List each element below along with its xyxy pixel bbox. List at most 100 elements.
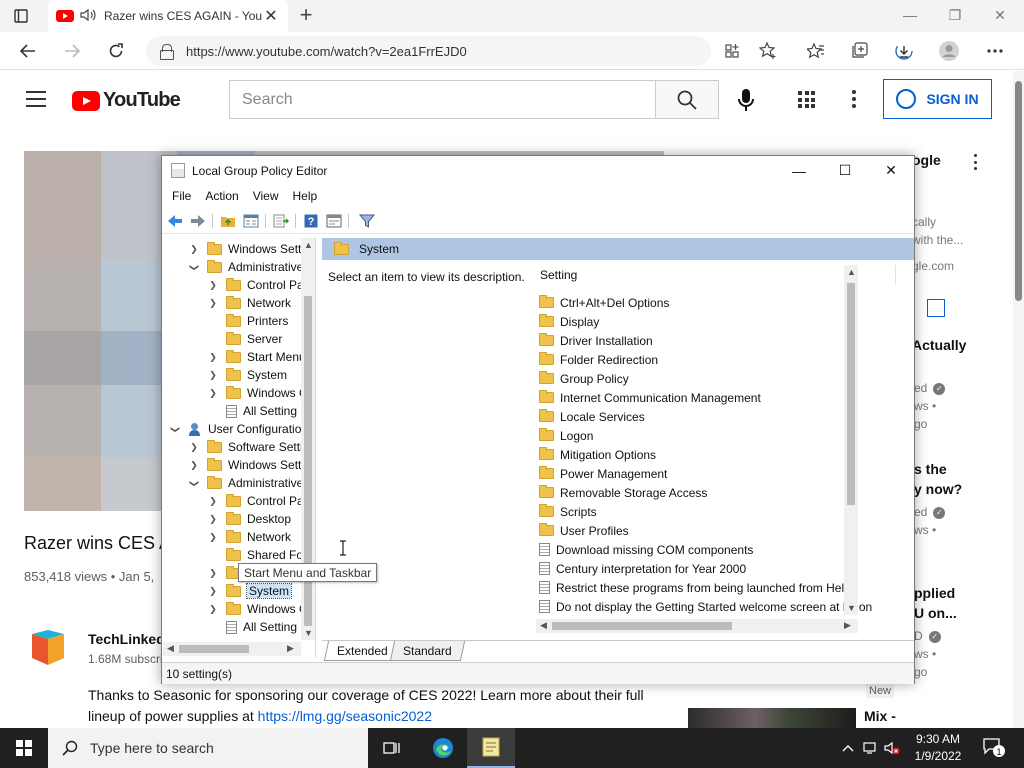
tree-item[interactable]: ❯ Network — [207, 294, 291, 312]
sign-in-button[interactable]: SIGN IN — [883, 79, 992, 119]
app-available-icon[interactable] — [721, 40, 743, 62]
collapsed-chevron-icon[interactable]: ❯ — [207, 496, 219, 507]
collapsed-chevron-icon[interactable]: ❯ — [188, 442, 200, 453]
tree-item[interactable]: ❯ Windows C — [207, 600, 308, 618]
tree-item[interactable]: ❯ Windows C — [207, 384, 308, 402]
gpe-maximize-icon[interactable]: ☐ — [822, 156, 868, 185]
network-icon[interactable] — [860, 728, 882, 768]
tab-actions-icon[interactable] — [12, 7, 30, 25]
collapsed-chevron-icon[interactable]: ❯ — [207, 370, 219, 381]
settings-horizontal-scrollbar[interactable]: ◀ ▶ — [536, 619, 858, 633]
search-input[interactable]: Search — [229, 80, 656, 119]
gpe-close-icon[interactable]: ✕ — [868, 156, 914, 185]
setting-row[interactable]: Locale Services — [536, 407, 645, 426]
tree-horizontal-scrollbar[interactable]: ◀ ▶ — [163, 642, 301, 656]
favorites-icon[interactable] — [805, 40, 827, 62]
new-tab-icon[interactable]: + — [294, 4, 318, 28]
setting-row[interactable]: Mitigation Options — [536, 445, 656, 464]
setting-row[interactable]: Scripts — [536, 502, 597, 521]
properties-icon[interactable] — [325, 212, 343, 230]
sidebar-fragment[interactable]: s the — [914, 461, 947, 477]
tab-extended[interactable]: Extended — [323, 641, 401, 661]
menu-action[interactable]: Action — [205, 189, 238, 203]
collapsed-chevron-icon[interactable]: ❯ — [188, 460, 200, 471]
channel-avatar[interactable] — [30, 628, 66, 668]
expanded-chevron-icon[interactable]: ❯ — [189, 261, 200, 273]
external-link-icon[interactable] — [927, 299, 945, 317]
collapsed-chevron-icon[interactable]: ❯ — [188, 244, 200, 255]
setting-row[interactable]: Do not display the Getting Started welco… — [536, 597, 872, 616]
setting-row[interactable]: Download missing COM components — [536, 540, 753, 559]
settings-more-icon[interactable] — [984, 40, 1006, 62]
setting-row[interactable]: Driver Installation — [536, 331, 653, 350]
setting-row[interactable]: Power Management — [536, 464, 667, 483]
tree-item[interactable]: ❯ Start Menu — [207, 348, 306, 366]
tree-item[interactable]: Printers — [207, 312, 288, 330]
tree-item[interactable]: ❯ Control Pa — [207, 492, 304, 510]
collapsed-chevron-icon[interactable]: ❯ — [207, 514, 219, 525]
collapsed-chevron-icon[interactable]: ❯ — [207, 604, 219, 615]
task-view-icon[interactable] — [368, 728, 416, 768]
tree-item[interactable]: ❯ Windows Sett — [188, 456, 301, 474]
collapsed-chevron-icon[interactable]: ❯ — [207, 298, 219, 309]
sidebar-fragment[interactable]: Mix - — [864, 708, 896, 724]
tree-item[interactable]: ❯ User Configuratio — [169, 420, 302, 438]
group-policy-taskbar-icon[interactable] — [467, 728, 515, 768]
setting-row[interactable]: Restrict these programs from being launc… — [536, 578, 851, 597]
tree-item[interactable]: ❯ Windows Sett — [188, 240, 301, 258]
menu-view[interactable]: View — [253, 189, 279, 203]
start-button[interactable] — [0, 728, 48, 768]
tree-item[interactable]: ❯ System — [207, 582, 293, 600]
tree-item[interactable]: ❯ Administrative — [188, 258, 303, 276]
downloads-icon[interactable] — [893, 40, 915, 62]
tree-item[interactable]: Server — [207, 330, 282, 348]
policy-tree-pane[interactable]: ❯ Windows Sett ❯ Administrative ❯ Control Pa ❯… — [163, 238, 316, 658]
tab-standard[interactable]: Standard — [389, 641, 465, 661]
back-icon[interactable] — [17, 40, 39, 62]
taskbar-clock[interactable]: 9:30 AM 1/9/2022 — [903, 731, 973, 765]
search-button[interactable] — [655, 80, 719, 119]
settings-vertical-scrollbar[interactable]: ▲ ▼ — [844, 265, 858, 615]
collapsed-chevron-icon[interactable]: ❯ — [207, 352, 219, 363]
lock-icon[interactable] — [160, 44, 174, 60]
collapsed-chevron-icon[interactable]: ❯ — [207, 586, 219, 597]
tree-item[interactable]: ❯ Control Pa — [207, 276, 304, 294]
refresh-icon[interactable] — [105, 40, 127, 62]
tree-item[interactable]: ❯ Desktop — [207, 510, 291, 528]
restore-icon[interactable]: ❐ — [939, 4, 971, 26]
expanded-chevron-icon[interactable]: ❯ — [189, 477, 200, 489]
setting-row[interactable]: Internet Communication Management — [536, 388, 761, 407]
tree-item[interactable]: All Setting — [207, 402, 297, 420]
speaker-icon[interactable] — [80, 8, 96, 25]
address-bar[interactable]: https://www.youtube.com/watch?v=2ea1FrrE… — [146, 36, 711, 66]
filter-icon[interactable] — [358, 212, 376, 230]
profile-avatar-icon[interactable] — [938, 40, 960, 62]
tree-item[interactable]: Shared Fol — [207, 546, 306, 564]
collections-icon[interactable] — [849, 40, 871, 62]
taskbar-search-box[interactable]: Type here to search — [48, 728, 368, 768]
gpe-minimize-icon[interactable]: — — [776, 156, 822, 185]
tree-item[interactable]: All Setting — [207, 618, 297, 636]
edge-browser-icon[interactable] — [419, 728, 467, 768]
collapsed-chevron-icon[interactable]: ❯ — [207, 532, 219, 543]
tree-item[interactable]: ❯ Software Setti — [188, 438, 303, 456]
setting-row[interactable]: Group Policy — [536, 369, 629, 388]
tree-item[interactable]: ❯ System — [207, 366, 287, 384]
page-scrollbar[interactable] — [1013, 71, 1024, 728]
show-hide-tree-icon[interactable] — [242, 212, 260, 230]
setting-row[interactable]: Logon — [536, 426, 593, 445]
browser-tab-youtube[interactable]: Razer wins CES AGAIN - YouTube ✕ — [48, 0, 288, 32]
menu-help[interactable]: Help — [293, 189, 318, 203]
channel-name[interactable]: TechLinked — [88, 631, 165, 647]
sidebar-fragment[interactable]: ogle — [912, 152, 941, 168]
sidebar-fragment[interactable]: y now? — [914, 481, 962, 497]
apps-icon[interactable] — [798, 91, 815, 108]
setting-row[interactable]: Ctrl+Alt+Del Options — [536, 293, 669, 312]
setting-row[interactable]: Folder Redirection — [536, 350, 658, 369]
volume-muted-icon[interactable] — [882, 728, 902, 768]
description-link[interactable]: https://lmg.gg/seasonic2022 — [258, 708, 432, 724]
sidebar-fragment[interactable]: U on... — [914, 605, 957, 621]
notification-center-icon[interactable]: 1 — [982, 736, 1006, 758]
show-hidden-icons-icon[interactable] — [838, 728, 858, 768]
collapsed-chevron-icon[interactable]: ❯ — [207, 568, 219, 579]
